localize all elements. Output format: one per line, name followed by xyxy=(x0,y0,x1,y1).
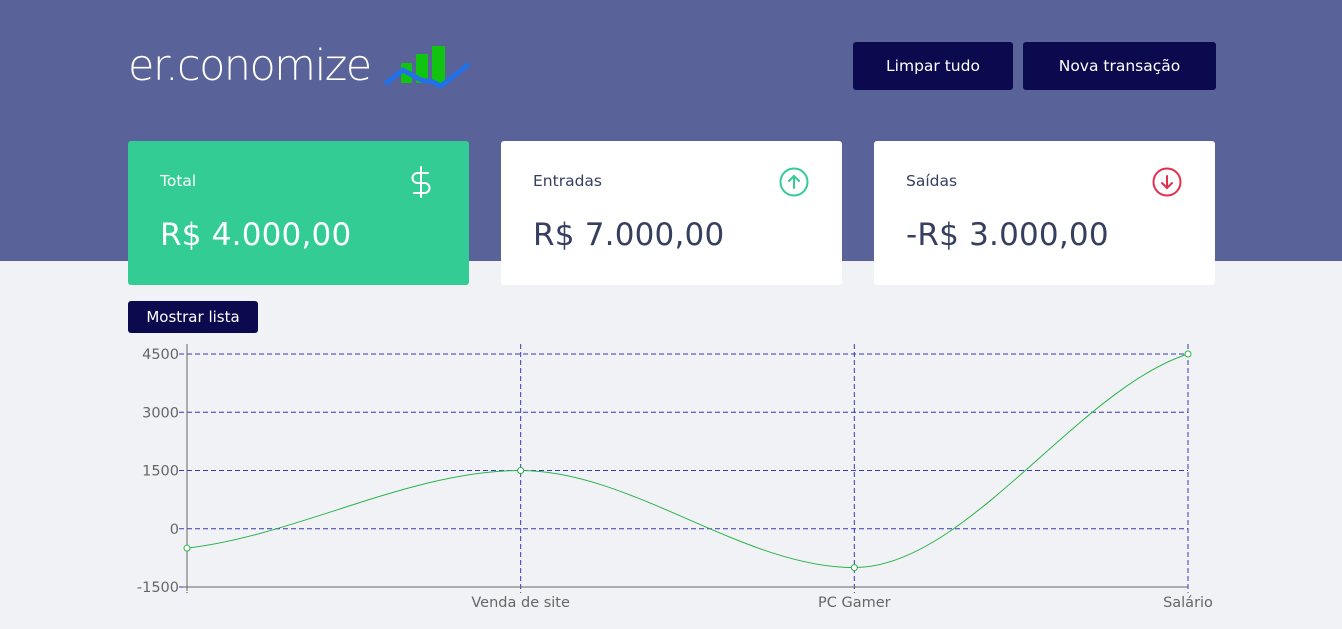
card-value: R$ 4.000,00 xyxy=(160,217,352,253)
summary-card-expense: Saídas -R$ 3.000,00 xyxy=(874,141,1215,285)
card-label: Entradas xyxy=(533,172,602,190)
card-label: Saídas xyxy=(906,172,958,190)
x-tick-label: PC Gamer xyxy=(818,595,891,611)
x-tick-label: Salário xyxy=(1163,595,1213,611)
dollar-sign-icon xyxy=(411,166,431,198)
card-label: Total xyxy=(160,172,197,190)
data-point xyxy=(183,544,191,552)
new-transaction-button[interactable]: Nova transação xyxy=(1023,42,1216,90)
arrow-down-circle-icon xyxy=(1152,167,1182,197)
series-line xyxy=(186,353,1189,569)
x-tick-label: Venda de site xyxy=(471,595,570,611)
y-tick-label: 4500 xyxy=(142,347,179,363)
card-value: R$ 7.000,00 xyxy=(533,217,725,253)
data-point xyxy=(517,467,525,474)
show-list-button[interactable]: Mostrar lista xyxy=(128,301,258,333)
summary-card-income: Entradas R$ 7.000,00 xyxy=(501,141,842,285)
balance-line-chart: -1500 0 1500 3000 4500 Venda de site PC Gamer S… xyxy=(137,344,1213,611)
card-value: -R$ 3.000,00 xyxy=(906,217,1109,253)
y-tick-label: 1500 xyxy=(142,464,179,480)
data-point xyxy=(1184,350,1192,358)
logo-text: er.conomize xyxy=(128,41,372,91)
app-logo: er.conomize xyxy=(128,40,473,92)
data-point xyxy=(850,564,858,572)
bar-chart-trend-icon xyxy=(383,46,471,89)
clear-all-button[interactable]: Limpar tudo xyxy=(853,42,1013,90)
y-tick-label: 0 xyxy=(170,522,179,538)
arrow-up-circle-icon xyxy=(779,167,809,197)
summary-card-total: Total R$ 4.000,00 xyxy=(128,141,469,285)
y-tick-label: -1500 xyxy=(137,580,179,596)
y-tick-label: 3000 xyxy=(142,405,179,421)
